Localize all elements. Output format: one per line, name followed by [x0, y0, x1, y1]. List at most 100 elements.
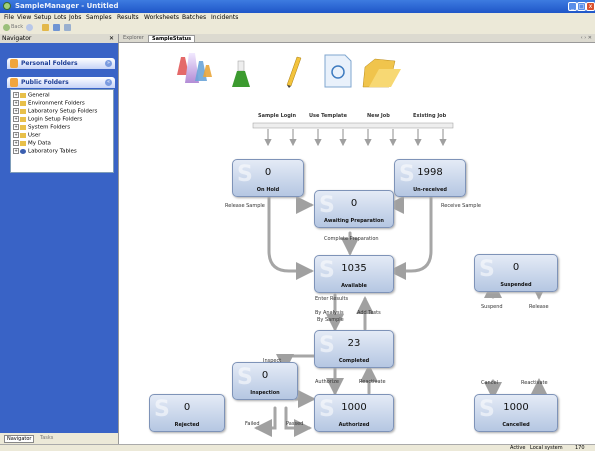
tree-item-login-setup-folders[interactable]: + Login Setup Folders — [13, 116, 82, 123]
menu-results[interactable]: Results — [117, 14, 139, 21]
folder-icon[interactable] — [42, 24, 49, 31]
expand-icon[interactable]: + — [13, 124, 19, 130]
collapse-chevron-icon[interactable]: « — [105, 79, 112, 86]
expand-icon[interactable]: + — [13, 116, 19, 122]
label-by-analysis: By Analysis — [315, 310, 344, 316]
lab-flasks-icon[interactable] — [177, 53, 212, 83]
label-failed: Failed — [245, 421, 260, 427]
folder-tree: + General + Environment Folders + Laborator… — [10, 89, 114, 173]
nav-group-public-folders[interactable]: Public Folders « — [7, 77, 115, 88]
menu-batches[interactable]: Batches — [182, 14, 206, 21]
status-count: 0 — [261, 370, 269, 381]
grid-icon[interactable] — [64, 24, 71, 31]
window-title: SampleManager - Untitled — [15, 2, 119, 10]
status-count: 0 — [183, 402, 191, 413]
back-button[interactable]: Back — [11, 24, 23, 30]
status-label: On Hold — [256, 187, 280, 193]
menu-incidents[interactable]: Incidents — [211, 14, 238, 21]
menu-file[interactable]: File — [4, 14, 14, 21]
menu-setup[interactable]: Setup — [34, 14, 51, 21]
status-label: Rejected — [174, 422, 200, 428]
document-tabs: Explorer SampleStatus ‹ › ✕ — [119, 34, 595, 43]
label-enter-results: Enter Results — [315, 296, 349, 302]
label-receive-sample: Receive Sample — [441, 203, 481, 209]
status-rejected[interactable]: S 0 Rejected — [149, 394, 225, 432]
folder-icon — [20, 132, 26, 138]
user-folder-icon — [10, 78, 18, 87]
table-icon — [20, 148, 26, 154]
status-cancelled[interactable]: S 1000 Cancelled — [474, 394, 558, 432]
navigator-bottom-tabs: Navigator Tasks — [0, 433, 118, 444]
menu-worksheets[interactable]: Worksheets — [144, 14, 179, 21]
menu-bar: File View Setup Lots Jobs Samples Result… — [0, 13, 595, 23]
status-inspection[interactable]: S 0 Inspection — [232, 362, 298, 400]
tree-item-user[interactable]: + User — [13, 132, 41, 139]
status-active: Active — [510, 445, 526, 451]
tree-item-laboratory-tables[interactable]: + Laboratory Tables — [13, 148, 77, 155]
document-icon[interactable] — [324, 54, 352, 88]
status-completed[interactable]: S 23 Completed — [314, 330, 394, 368]
nav-group-personal-folders[interactable]: Personal Folders » — [7, 58, 115, 69]
back-arrow-icon[interactable] — [3, 24, 10, 31]
status-awaiting-preparation[interactable]: S 0 Awaiting Preparation — [314, 190, 394, 228]
tool-rail — [252, 122, 454, 129]
minimize-button[interactable]: _ — [568, 2, 577, 11]
tree-item-my-data[interactable]: + My Data — [13, 140, 51, 147]
tab-explorer[interactable]: Explorer — [123, 35, 144, 41]
tree-item-environment-folders[interactable]: + Environment Folders — [13, 100, 85, 107]
menu-lots[interactable]: Lots — [54, 14, 66, 21]
nav-group-label: Personal Folders — [21, 60, 78, 67]
status-label: Cancelled — [502, 422, 530, 428]
status-on-hold[interactable]: S 0 On Hold — [232, 159, 304, 197]
nav-group-label: Public Folders — [21, 79, 69, 86]
tab-samplestatus[interactable]: SampleStatus — [148, 35, 196, 42]
tool-sample-login[interactable]: Sample Login — [258, 113, 296, 119]
expand-icon[interactable]: + — [13, 108, 19, 114]
navigator-close-button[interactable]: ✕ — [109, 35, 114, 42]
folder-icon — [20, 108, 26, 114]
close-button[interactable]: x — [586, 2, 595, 11]
tasks-tab[interactable]: Tasks — [40, 435, 53, 441]
user-folder-icon — [10, 59, 18, 68]
expand-icon[interactable]: + — [13, 92, 19, 98]
tool-arrows — [264, 129, 447, 147]
status-count: 0 — [350, 198, 358, 209]
expand-icon[interactable]: + — [13, 140, 19, 146]
status-authorized[interactable]: S 1000 Authorized — [314, 394, 394, 432]
label-inspect: Inspect — [263, 358, 282, 364]
expand-icon[interactable]: + — [13, 148, 19, 154]
expand-icon[interactable]: + — [13, 100, 19, 106]
label-reactivate-cancelled: Reactivate — [521, 380, 548, 386]
pencil-icon[interactable] — [286, 56, 302, 88]
folder-icon — [20, 116, 26, 122]
forward-arrow-icon[interactable] — [26, 24, 33, 31]
tab-controls[interactable]: ‹ › ✕ — [581, 35, 592, 41]
menu-jobs[interactable]: Jobs — [69, 14, 81, 21]
menu-samples[interactable]: Samples — [86, 14, 112, 21]
status-count: 0 — [512, 262, 520, 273]
expand-icon[interactable]: + — [13, 132, 19, 138]
tool-new-job[interactable]: New Job — [367, 113, 390, 119]
save-icon[interactable] — [53, 24, 60, 31]
status-label: Suspended — [500, 282, 532, 288]
status-bar: Active Local system 170 — [0, 444, 595, 451]
folder-icon[interactable] — [362, 58, 401, 88]
tool-use-template[interactable]: Use Template — [309, 113, 347, 119]
status-suspended[interactable]: S 0 Suspended — [474, 254, 558, 292]
flask-icon[interactable] — [232, 60, 250, 87]
status-available[interactable]: S 1035 Available — [314, 255, 394, 293]
title-bar: SampleManager - Untitled _ □ x — [0, 0, 595, 13]
label-cancel: Cancel — [481, 380, 498, 386]
tree-item-general[interactable]: + General — [13, 92, 50, 99]
collapse-chevron-icon[interactable]: » — [105, 60, 112, 67]
status-number: 170 — [575, 445, 585, 451]
label-release-sample: Release Sample — [225, 203, 265, 209]
status-unreceived[interactable]: S 1998 Un-received — [394, 159, 466, 197]
label-authorize: Authorize — [315, 379, 339, 385]
maximize-button[interactable]: □ — [577, 2, 586, 11]
menu-view[interactable]: View — [17, 14, 31, 21]
navigator-tab[interactable]: Navigator — [4, 435, 35, 443]
tree-item-system-folders[interactable]: + System Folders — [13, 124, 70, 131]
tree-item-laboratory-setup-folders[interactable]: + Laboratory Setup Folders — [13, 108, 97, 115]
tool-existing-job[interactable]: Existing Job — [413, 113, 446, 119]
